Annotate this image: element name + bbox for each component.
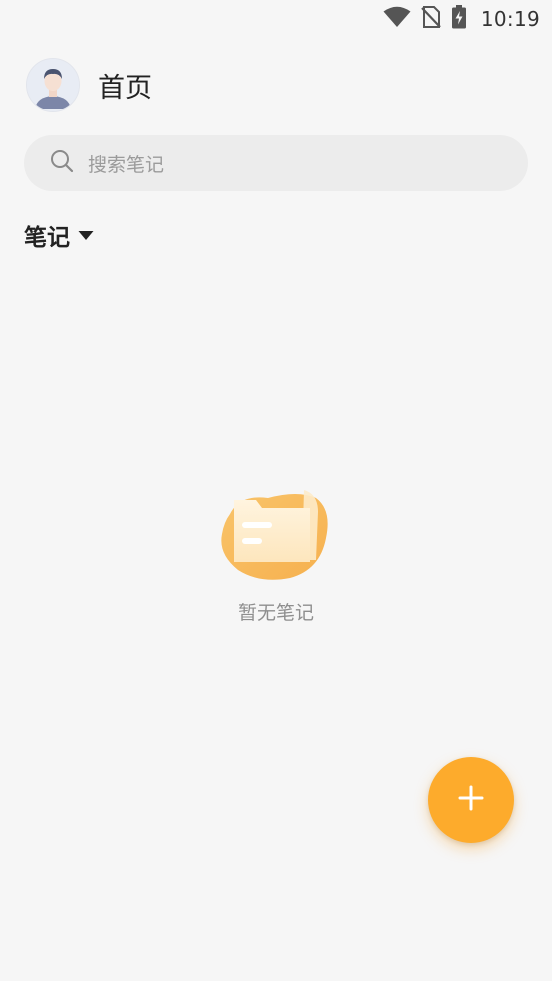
wifi-icon <box>383 6 411 32</box>
header: 首页 <box>26 58 152 112</box>
add-note-button[interactable] <box>428 757 514 843</box>
search-icon <box>50 149 74 177</box>
status-icons: 10:19 <box>383 5 540 33</box>
no-sim-icon <box>421 5 441 33</box>
search-input[interactable]: 搜索笔记 <box>88 150 164 177</box>
notes-filter-dropdown[interactable]: 笔记 <box>24 218 94 252</box>
empty-folder-illustration <box>220 486 332 582</box>
empty-state: 暂无笔记 <box>0 486 552 625</box>
notes-filter-label: 笔记 <box>24 225 70 251</box>
status-bar: 10:19 <box>0 0 552 38</box>
plus-icon <box>457 784 485 816</box>
search-bar[interactable]: 搜索笔记 <box>24 135 528 191</box>
empty-state-text: 暂无笔记 <box>237 602 314 624</box>
battery-charging-icon <box>451 5 467 33</box>
avatar[interactable] <box>26 58 80 112</box>
caret-down-icon <box>78 226 94 245</box>
page-title: 首页 <box>98 72 152 104</box>
status-time: 10:19 <box>480 7 540 31</box>
